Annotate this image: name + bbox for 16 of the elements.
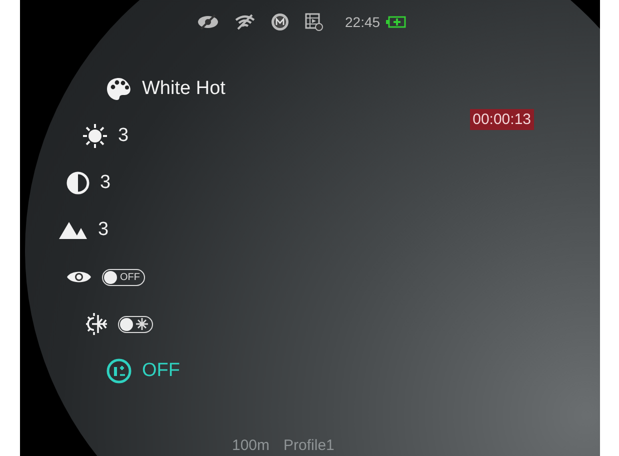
setting-value: OFF [142, 360, 180, 382]
setting-value: White Hot [142, 78, 226, 100]
toggle-switch[interactable]: OFF [102, 268, 145, 286]
snowflake-icon [136, 318, 148, 330]
clock-time: 22:45 [345, 14, 380, 30]
wifi-off-icon [235, 14, 255, 30]
video-clock-icon [305, 13, 323, 31]
setting-value: 3 [100, 172, 111, 194]
m-circle-icon [271, 13, 289, 31]
eye-slash-icon [197, 14, 219, 30]
recording-timer: 00:00:13 [470, 109, 534, 130]
distance-label: 100m [232, 437, 270, 454]
toggle-switch[interactable] [118, 316, 153, 332]
setting-value: 3 [118, 125, 129, 147]
profile-label: Profile1 [284, 437, 334, 454]
setting-value: 3 [98, 219, 109, 241]
